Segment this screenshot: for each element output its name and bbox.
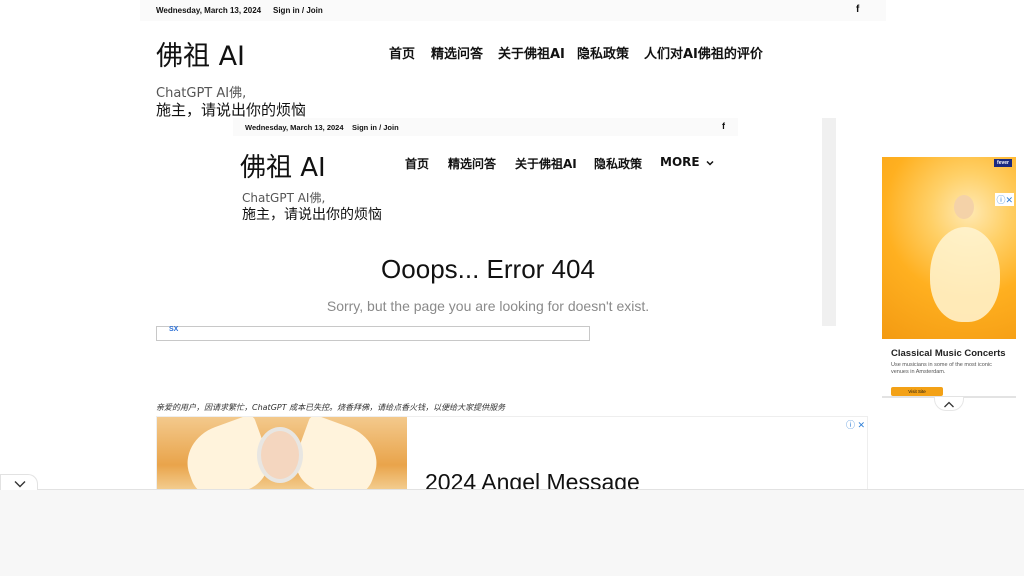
more-label: MORE — [660, 155, 700, 169]
donation-notice: 亲爱的用户，因请求繁忙，ChatGPT 成本已失控。烧香拜佛，请给点香火钱，以便… — [156, 403, 506, 412]
nav-item-privacy[interactable]: 隐私政策 — [577, 43, 629, 62]
embedded-nav-featured-qa[interactable]: 精选问答 — [448, 155, 496, 172]
collapse-sticky-button[interactable] — [0, 474, 38, 490]
embedded-nav-more[interactable]: MORE — [660, 155, 714, 169]
signin-link[interactable]: Sign in / Join — [273, 6, 323, 15]
chevron-down-icon — [14, 481, 26, 488]
nav-item-about[interactable]: 关于佛祖AI — [498, 43, 565, 62]
angel-message-ad[interactable]: 2024 Angel Message ⓘ ✕ — [156, 416, 868, 497]
embedded-logo[interactable]: 佛祖 AI — [240, 147, 326, 184]
ad-choices-icon[interactable]: ⓘ✕ — [995, 193, 1014, 206]
visit-site-button[interactable]: Visit Site — [891, 387, 943, 396]
nav-item-featured-qa[interactable]: 精选问答 — [431, 43, 483, 62]
embedded-nav-home[interactable]: 首页 — [405, 155, 429, 172]
broken-image[interactable]: SX — [156, 326, 590, 341]
embedded-page-frame: Wednesday, March 13, 2024 Sign in / Join… — [233, 118, 836, 326]
embedded-facebook-icon[interactable]: f — [722, 121, 725, 131]
concert-ad[interactable]: fever ⓘ✕ Classical Music Concerts Use mu… — [882, 157, 1016, 397]
error-title: Ooops... Error 404 — [381, 254, 595, 284]
embedded-top-bar: Wednesday, March 13, 2024 Sign in / Join… — [233, 118, 738, 136]
facebook-icon[interactable]: f — [856, 4, 859, 15]
sticky-ad-band — [0, 489, 1024, 576]
header-date: Wednesday, March 13, 2024 — [156, 6, 262, 15]
embedded-nav-about[interactable]: 关于佛祖AI — [515, 155, 577, 172]
tagline-line-2: 施主，请说出你的烦恼 — [156, 101, 307, 119]
nav-item-home[interactable]: 首页 — [389, 43, 415, 62]
fever-logo: fever — [994, 159, 1012, 167]
collapse-ad-button[interactable] — [934, 397, 964, 411]
broken-image-alt: SX — [169, 326, 179, 333]
chevron-up-icon — [944, 401, 954, 408]
nav-item-reviews[interactable]: 人们对AI佛祖的评价 — [644, 43, 763, 62]
angel-face-shape — [257, 427, 303, 483]
dancer-head-shape — [954, 195, 974, 219]
ad-choices-icon[interactable]: ⓘ ✕ — [846, 418, 865, 431]
angel-ad-image[interactable] — [157, 417, 407, 497]
concert-ad-image[interactable]: fever ⓘ✕ — [882, 157, 1016, 339]
chevron-down-icon — [706, 160, 714, 166]
embedded-tagline-2: 施主，请说出你的烦恼 — [242, 207, 382, 223]
error-subtitle: Sorry, but the page you are looking for … — [326, 298, 650, 314]
embedded-date: Wednesday, March 13, 2024 — [245, 123, 344, 132]
site-logo[interactable]: 佛祖 AI — [156, 34, 245, 73]
embedded-nav-privacy[interactable]: 隐私政策 — [594, 155, 642, 172]
concert-ad-title[interactable]: Classical Music Concerts — [891, 348, 1006, 359]
top-bar: Wednesday, March 13, 2024 Sign in / Join… — [140, 0, 886, 21]
embedded-signin-link[interactable]: Sign in / Join — [352, 123, 399, 132]
concert-ad-text: Use musicians in some of the most iconic… — [891, 362, 992, 376]
dancer-shape — [930, 227, 1000, 322]
